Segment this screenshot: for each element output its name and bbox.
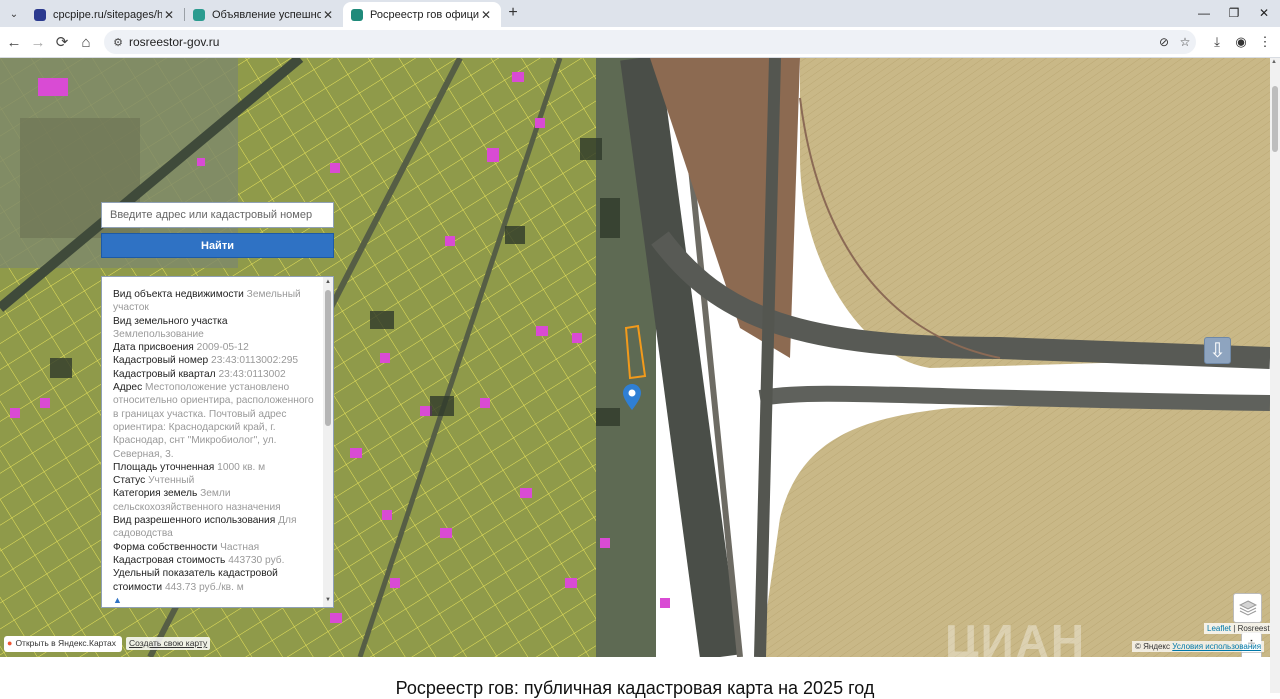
info-field-key: Вид разрешенного использования (113, 515, 276, 527)
info-field-key: Площадь уточненная (113, 461, 215, 473)
close-window-button[interactable]: ✕ (1253, 3, 1275, 23)
info-field-row: Адрес Местоположение установлено относит… (113, 381, 318, 461)
info-field-key: Статус (113, 475, 146, 487)
yandex-copyright: © Яндекс (1135, 642, 1171, 651)
info-field-value: 1000 кв. м (217, 461, 266, 473)
scroll-down-arrow-icon[interactable]: ▼ (325, 597, 331, 603)
browser-toolbar: ← → ⟳ ⌂ ⚙ rosreestor-gov.ru ⊘ ☆ ⤓ ◉ ⋮ (0, 27, 1280, 58)
restore-button[interactable]: ❐ (1223, 3, 1245, 23)
info-field-row: Кадастровая стоимость 443730 руб. (113, 554, 318, 567)
layers-icon[interactable] (1233, 593, 1262, 623)
page-scroll-thumb[interactable] (1272, 86, 1278, 152)
collapse-up-link[interactable]: ▲ (113, 594, 318, 607)
open-in-yandex-label: Открыть в Яндекс.Картах (15, 638, 116, 648)
location-marker-icon[interactable] (623, 384, 641, 415)
yandex-terms-link[interactable]: Условия использования (1172, 642, 1261, 651)
info-field-key: Форма собственности (113, 541, 218, 553)
tab-close-icon[interactable]: ✕ (321, 8, 335, 22)
map-attribution: Leaflet | Rosreestr (1204, 623, 1276, 634)
tab-search-icon[interactable]: ⌄ (4, 4, 24, 24)
tab-strip: ⌄ cpcpipe.ru/sitepages/home.asp ✕ Объявл… (0, 0, 1280, 27)
search-button[interactable]: Найти (101, 233, 334, 258)
info-field-row: Форма собственности Частная (113, 541, 318, 554)
info-field-value: 443.73 руб./кв. м (164, 581, 244, 593)
info-field-row: Вид объекта недвижимости Земельный участ… (113, 288, 318, 315)
site-settings-icon[interactable]: ⚙ (110, 34, 126, 50)
info-field-row: Категория земель Земли сельскохозяйствен… (113, 487, 318, 514)
tab-cpcpipe[interactable]: cpcpipe.ru/sitepages/home.asp ✕ (26, 2, 184, 27)
info-field-key: Кадастровая стоимость (113, 554, 226, 566)
back-arrow-icon[interactable]: ← (4, 32, 24, 52)
info-field-key: Кадастровый номер (113, 355, 209, 367)
download-arrow-button[interactable]: ⇩ (1204, 337, 1231, 364)
bookmark-star-icon[interactable]: ☆ (1177, 34, 1193, 50)
info-field-key: Кадастровый квартал (113, 368, 216, 380)
info-field-key: Адрес (113, 382, 143, 394)
address-bar[interactable]: ⚙ rosreestor-gov.ru ⊘ ☆ (104, 30, 1196, 54)
info-field-value: 443730 руб. (228, 554, 285, 566)
profile-icon[interactable]: ◉ (1231, 32, 1251, 52)
scroll-up-arrow-icon[interactable]: ▲ (325, 279, 331, 285)
info-field-value: Учтенный (148, 475, 195, 487)
address-search-input[interactable] (101, 202, 334, 228)
info-field-key: Категория земель (113, 488, 198, 500)
parcel-info-content: Вид объекта недвижимости Земельный участ… (113, 288, 318, 607)
download-icon[interactable]: ⤓ (1207, 32, 1227, 52)
info-field-row: Удельный показатель кадастровой стоимост… (113, 567, 318, 594)
minimize-button[interactable]: — (1193, 3, 1215, 23)
info-field-key: Дата присвоения (113, 342, 194, 354)
cian-watermark: ЦИАН (945, 615, 1087, 657)
url-text[interactable]: rosreestor-gov.ru (129, 35, 219, 49)
info-field-row: Вид земельного участка Землепользование (113, 315, 318, 342)
tab-rosreestr[interactable]: Росреестр гов официальный с ✕ (343, 2, 501, 27)
info-field-value: 23:43:0113002 (218, 368, 286, 380)
tab-close-icon[interactable]: ✕ (162, 8, 176, 22)
info-field-row: Кадастровый номер 23:43:0113002:295 (113, 354, 318, 367)
home-icon[interactable]: ⌂ (76, 32, 96, 52)
info-field-row: Кадастровый квартал 23:43:0113002 (113, 368, 318, 381)
info-field-value: Землепользование (113, 328, 204, 340)
forward-arrow-icon[interactable]: → (28, 32, 48, 52)
info-field-row: Дата присвоения 2009-05-12 (113, 341, 318, 354)
tab-favicon-icon (351, 8, 363, 21)
open-in-yandex-button[interactable]: ● Открыть в Яндекс.Картах (4, 636, 122, 652)
page-scrollbar[interactable]: ▲ (1270, 58, 1280, 693)
tab-favicon-icon (193, 8, 205, 21)
info-field-row: Вид разрешенного использования Для садов… (113, 514, 318, 541)
reload-icon[interactable]: ⟳ (52, 32, 72, 52)
tab-title: cpcpipe.ru/sitepages/home.asp (53, 8, 162, 21)
tab-favicon-icon (34, 8, 46, 21)
zoom-out-button[interactable]: − (1242, 653, 1261, 657)
info-field-row: Статус Учтенный (113, 474, 318, 487)
yandex-pin-icon: ● (7, 638, 13, 648)
eye-off-icon[interactable]: ⊘ (1156, 34, 1172, 50)
tab-title: Объявление успешно размещ (212, 8, 321, 21)
info-scroll-thumb[interactable] (325, 290, 331, 426)
info-field-value: Частная (220, 541, 260, 553)
info-scrollbar[interactable]: ▲ ▼ (323, 277, 333, 607)
info-field-value: 23:43:0113002:295 (211, 355, 299, 367)
scroll-up-arrow-icon[interactable]: ▲ (1271, 59, 1277, 65)
info-field-key: Вид земельного участка (113, 315, 228, 327)
page-heading: Росреестр гов: публичная кадастровая кар… (395, 678, 875, 698)
tab-ad-posted[interactable]: Объявление успешно размещ ✕ (185, 2, 343, 27)
info-field-value: Местоположение установлено относительно … (113, 382, 314, 460)
info-field-row: Площадь уточненная 1000 кв. м (113, 461, 318, 474)
parcel-info-panel[interactable]: Вид объекта недвижимости Земельный участ… (101, 276, 334, 608)
rosreestr-attribution: Rosreestr (1237, 624, 1273, 633)
menu-kebab-icon[interactable]: ⋮ (1255, 32, 1275, 52)
new-tab-button[interactable]: + (504, 4, 522, 22)
leaflet-link[interactable]: Leaflet (1207, 624, 1231, 633)
create-map-link[interactable]: Создать свою карту (126, 637, 211, 650)
yandex-attribution: © Яндекс Условия использования (1132, 641, 1265, 652)
info-field-key: Вид объекта недвижимости (113, 289, 244, 300)
tab-close-icon[interactable]: ✕ (479, 8, 493, 22)
info-field-value: 2009-05-12 (196, 342, 249, 354)
tab-title: Росреестр гов официальный с (370, 8, 479, 21)
